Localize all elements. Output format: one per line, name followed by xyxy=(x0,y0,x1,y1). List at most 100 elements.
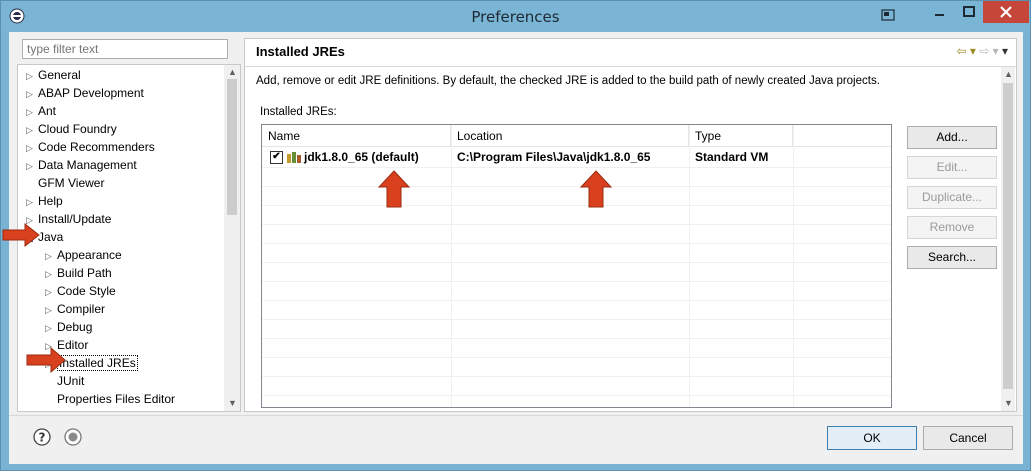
tree-item-label: Appearance xyxy=(57,248,122,262)
tree-item-label: General xyxy=(38,68,81,82)
scroll-down-icon[interactable]: ▼ xyxy=(1004,398,1013,408)
column-header-type[interactable]: Type xyxy=(689,125,793,147)
tree-item-label: Code Style xyxy=(57,284,116,298)
scroll-up-icon[interactable]: ▲ xyxy=(228,67,237,77)
tree-item[interactable]: ▷ Code Style xyxy=(45,282,116,300)
tree-item[interactable]: ▷ Cloud Foundry xyxy=(26,120,117,138)
tree-item[interactable]: ▷ Appearance xyxy=(45,246,122,264)
tree-item[interactable]: ▷ Ant xyxy=(26,102,56,120)
scroll-down-icon[interactable]: ▼ xyxy=(228,398,237,408)
page-description: Add, remove or edit JRE definitions. By … xyxy=(256,75,880,87)
forward-icon[interactable]: ⇨ ▾ xyxy=(979,44,998,58)
tree-item-label: Build Path xyxy=(57,266,112,280)
tree-item[interactable]: ▷ ABAP Development xyxy=(26,84,144,102)
empty-table-row xyxy=(262,186,891,206)
page-scroll-thumb[interactable] xyxy=(1003,83,1013,389)
collapsed-twisty-icon[interactable]: ▷ xyxy=(26,103,38,121)
collapsed-twisty-icon[interactable]: ▷ xyxy=(45,283,57,301)
minimize-icon xyxy=(935,14,944,16)
collapsed-twisty-icon[interactable]: ▷ xyxy=(26,121,38,139)
tree-item[interactable]: GFM Viewer xyxy=(26,174,104,192)
empty-table-row xyxy=(262,376,891,396)
empty-table-row xyxy=(262,205,891,225)
close-button[interactable] xyxy=(983,1,1029,23)
tree-item[interactable]: JUnit xyxy=(45,372,84,390)
tree-item[interactable]: ▷ General xyxy=(26,66,81,84)
installed-jres-table[interactable]: Name Location Type ✔ jdk1.8.0_65 (defaul… xyxy=(261,124,892,408)
tree-scrollbar[interactable]: ▲ ▼ xyxy=(224,65,240,411)
tree-item[interactable]: ▷ Data Management xyxy=(26,156,137,174)
tree-item-label: Help xyxy=(38,194,63,208)
collapsed-twisty-icon[interactable]: ▷ xyxy=(45,247,57,265)
column-header-location[interactable]: Location xyxy=(451,125,689,147)
close-icon xyxy=(1000,6,1012,18)
maximize-button[interactable] xyxy=(955,1,983,23)
collapsed-twisty-icon[interactable]: ▷ xyxy=(45,301,57,319)
red-arrow-icon xyxy=(2,223,40,247)
edit-button[interactable]: Edit... xyxy=(907,156,997,179)
duplicate-button[interactable]: Duplicate... xyxy=(907,186,997,209)
search-button[interactable]: Search... xyxy=(907,246,997,269)
empty-table-row xyxy=(262,395,891,407)
tree-item-label: JUnit xyxy=(57,374,85,388)
page-navigation: ⇦ ▾ ⇨ ▾ ▾ xyxy=(956,44,1008,58)
jre-type-cell: Standard VM xyxy=(695,150,769,164)
collapsed-twisty-icon[interactable]: ▷ xyxy=(45,319,57,337)
tree-item-label: Compiler xyxy=(57,302,106,316)
filter-input[interactable] xyxy=(22,39,228,59)
collapsed-twisty-icon[interactable]: ▷ xyxy=(45,265,57,283)
cancel-button[interactable]: Cancel xyxy=(923,426,1013,450)
minimize-button[interactable] xyxy=(925,1,955,23)
collapsed-twisty-icon[interactable]: ▷ xyxy=(26,67,38,85)
tree-item-label: Java xyxy=(38,230,64,244)
view-menu-icon[interactable]: ▾ xyxy=(1002,44,1008,58)
red-arrow-icon xyxy=(579,170,613,208)
installed-jres-label: Installed JREs: xyxy=(260,106,337,118)
empty-table-row xyxy=(262,300,891,320)
tree-item[interactable]: ▷ Build Path xyxy=(45,264,112,282)
svg-text:?: ? xyxy=(39,431,46,445)
collapsed-twisty-icon[interactable]: ▷ xyxy=(26,139,38,157)
maximize-icon xyxy=(963,6,975,17)
page-panel: Installed JREs ⇦ ▾ ⇨ ▾ ▾ Add, remove or … xyxy=(244,38,1017,412)
tree-item[interactable]: ▷ Code Recommenders xyxy=(26,138,155,156)
tree-item[interactable]: ▷ Compiler xyxy=(45,300,105,318)
empty-table-row xyxy=(262,243,891,263)
tree-item[interactable]: ▷ Debug xyxy=(45,318,92,336)
tree-item-label: GFM Viewer xyxy=(38,176,105,190)
jre-library-icon xyxy=(287,152,301,163)
help-icon[interactable]: ? xyxy=(33,428,51,446)
restore-size-icon[interactable] xyxy=(881,9,895,21)
collapsed-twisty-icon[interactable]: ▷ xyxy=(26,193,38,211)
tree-item-label: Installed JREs xyxy=(57,355,138,371)
empty-table-row xyxy=(262,281,891,301)
empty-table-row xyxy=(262,338,891,358)
empty-table-row xyxy=(262,262,891,282)
ok-button[interactable]: OK xyxy=(827,426,917,450)
tree-item[interactable]: ▷ Help xyxy=(26,192,63,210)
page-scrollbar[interactable]: ▲ ▼ xyxy=(1001,67,1015,411)
back-icon[interactable]: ⇦ ▾ xyxy=(956,44,975,58)
table-row[interactable]: ✔ jdk1.8.0_65 (default) C:\Program Files… xyxy=(262,148,891,168)
collapsed-twisty-icon[interactable]: ▷ xyxy=(26,157,38,175)
add-button[interactable]: Add... xyxy=(907,126,997,149)
preference-link-icon[interactable] xyxy=(64,428,82,446)
page-title: Installed JREs xyxy=(256,44,345,59)
remove-button[interactable]: Remove xyxy=(907,216,997,239)
jre-name-cell: jdk1.8.0_65 (default) xyxy=(304,150,419,164)
tree-item[interactable]: Properties Files Editor xyxy=(45,390,175,408)
tree-item-label: ABAP Development xyxy=(38,86,144,100)
tree-item-label: Properties Files Editor xyxy=(57,392,176,406)
column-header-name[interactable]: Name xyxy=(262,125,451,147)
jre-location-cell: C:\Program Files\Java\jdk1.8.0_65 xyxy=(457,150,651,164)
tree-scroll-thumb[interactable] xyxy=(227,79,237,215)
collapsed-twisty-icon[interactable]: ▷ xyxy=(26,85,38,103)
scroll-up-icon[interactable]: ▲ xyxy=(1004,69,1013,79)
title-bar[interactable]: Preferences xyxy=(1,1,1030,31)
red-arrow-icon xyxy=(377,170,411,208)
default-jre-checkbox[interactable]: ✔ xyxy=(270,151,283,164)
window-title: Preferences xyxy=(471,8,560,26)
empty-table-row xyxy=(262,357,891,377)
tree-item-label: Ant xyxy=(38,104,57,118)
red-arrow-icon xyxy=(26,347,66,373)
